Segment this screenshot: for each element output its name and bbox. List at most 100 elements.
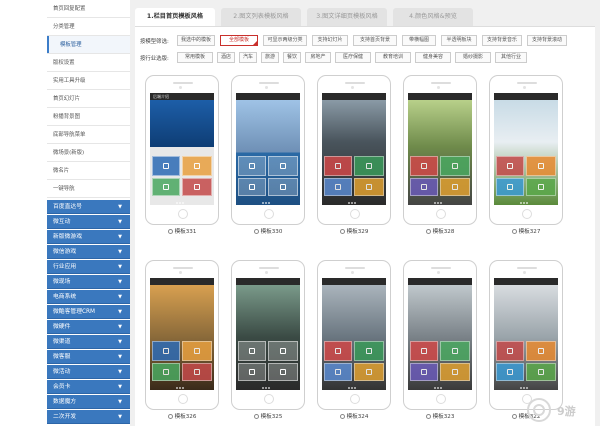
template-radio-label[interactable]: 模板325: [231, 412, 305, 420]
phone-mockup[interactable]: [317, 260, 391, 410]
template-preview-screen[interactable]: [322, 278, 386, 390]
template-radio-label[interactable]: 模板324: [317, 412, 391, 420]
radio-button[interactable]: [253, 414, 259, 419]
industry-filter-option[interactable]: 酒店: [217, 52, 235, 63]
template-preview-screen[interactable]: [494, 278, 558, 390]
phone-mockup[interactable]: [317, 75, 391, 225]
sidebar-section[interactable]: 微活动 ▼: [47, 365, 130, 379]
radio-button[interactable]: [339, 414, 345, 419]
feature-filter-option[interactable]: 我选中的模板: [177, 35, 215, 46]
feature-filter-option[interactable]: 半透明板块: [441, 35, 477, 46]
phone-mockup[interactable]: [489, 260, 563, 410]
template-radio-label[interactable]: 模板331: [145, 227, 219, 235]
industry-filter-option[interactable]: 其他行业: [495, 52, 527, 63]
tab-template-style[interactable]: 4.颜色风格&预览: [393, 8, 473, 26]
template-radio-label[interactable]: 模板323: [403, 412, 477, 420]
sidebar-section[interactable]: 微信游戏 ▼: [47, 245, 130, 259]
industry-filter-option[interactable]: 教育培训: [375, 52, 411, 63]
tab-template-style[interactable]: 3.图文详细页模板风格: [307, 8, 387, 26]
template-card[interactable]: 模板325: [231, 260, 305, 422]
template-preview-screen[interactable]: [236, 93, 300, 205]
template-radio-label[interactable]: 模板329: [317, 227, 391, 235]
template-preview-screen[interactable]: [494, 93, 558, 205]
template-preview-screen[interactable]: [408, 278, 472, 390]
feature-filter-option[interactable]: 支持首页背景: [353, 35, 397, 46]
sidebar-item[interactable]: 实用工具升级: [47, 72, 130, 90]
feature-filter-option[interactable]: 可显示两级分类: [263, 35, 307, 46]
template-radio-label[interactable]: 模板328: [403, 227, 477, 235]
template-card[interactable]: 模板328: [403, 75, 477, 237]
template-preview-screen[interactable]: [408, 93, 472, 205]
sidebar-section[interactable]: 会员卡 ▼: [47, 380, 130, 394]
industry-filter-option[interactable]: 旅游: [261, 52, 279, 63]
template-radio-label[interactable]: 模板326: [145, 412, 219, 420]
radio-button[interactable]: [511, 414, 517, 419]
radio-button[interactable]: [167, 229, 173, 234]
industry-filter-option[interactable]: 常用模板: [177, 52, 213, 63]
sidebar-section[interactable]: 二次开发 ▼: [47, 410, 130, 424]
radio-button[interactable]: [425, 414, 431, 419]
template-card[interactable]: 后端介绍模板331: [145, 75, 219, 237]
sidebar-section[interactable]: 微渠道 ▼: [47, 335, 130, 349]
feature-filter-option[interactable]: 带横幅图: [402, 35, 436, 46]
phone-mockup[interactable]: [403, 75, 477, 225]
radio-button[interactable]: [425, 229, 431, 234]
template-card[interactable]: 模板326: [145, 260, 219, 422]
template-card[interactable]: 模板330: [231, 75, 305, 237]
industry-filter-option[interactable]: 房地产: [305, 52, 331, 63]
sidebar-item[interactable]: 一键导航: [47, 180, 130, 198]
sidebar-item[interactable]: 微场景(新版): [47, 144, 130, 162]
template-card[interactable]: 模板327: [489, 75, 563, 237]
template-card[interactable]: 模板324: [317, 260, 391, 422]
feature-filter-option[interactable]: 支持背景滚动: [527, 35, 567, 46]
tab-template-style[interactable]: 2.图文列表模板风格: [221, 8, 301, 26]
tab-template-style[interactable]: 1.栏目首页模板风格: [135, 8, 215, 26]
sidebar-item[interactable]: 首页回复配置: [47, 0, 130, 18]
phone-mockup[interactable]: 后端介绍: [145, 75, 219, 225]
sidebar-section[interactable]: 微硬件 ▼: [47, 320, 130, 334]
industry-filter-option[interactable]: 医疗保健: [335, 52, 371, 63]
sidebar-item[interactable]: 版权设置: [47, 54, 130, 72]
phone-mockup[interactable]: [403, 260, 477, 410]
sidebar-section[interactable]: 行业应用 ▼: [47, 260, 130, 274]
sidebar-section[interactable]: 微互动 ▼: [47, 215, 130, 229]
sidebar-section[interactable]: 微客服 ▼: [47, 350, 130, 364]
sidebar-section[interactable]: 微现场 ▼: [47, 275, 130, 289]
radio-button[interactable]: [167, 414, 173, 419]
sidebar-section[interactable]: 新版微游戏 ▼: [47, 230, 130, 244]
tile-icon: [335, 348, 341, 354]
template-preview-screen[interactable]: 后端介绍: [150, 93, 214, 205]
slide-dot: [351, 387, 353, 389]
industry-filter-option[interactable]: 婚纱摄影: [455, 52, 491, 63]
radio-button[interactable]: [339, 229, 345, 234]
sidebar-section[interactable]: 数据魔方 ▼: [47, 395, 130, 409]
template-radio-label[interactable]: 模板330: [231, 227, 305, 235]
template-card[interactable]: 模板329: [317, 75, 391, 237]
template-preview-screen[interactable]: [236, 278, 300, 390]
sidebar-item[interactable]: 分类管理: [47, 18, 130, 36]
sidebar-section[interactable]: 电商系统 ▼: [47, 290, 130, 304]
feature-filter-option[interactable]: 全部模板: [220, 35, 258, 46]
sidebar-item[interactable]: 粉播背景图: [47, 108, 130, 126]
template-radio-label[interactable]: 模板327: [489, 227, 563, 235]
feature-filter-option[interactable]: 支持幻灯片: [312, 35, 348, 46]
phone-mockup[interactable]: [231, 260, 305, 410]
sidebar-item[interactable]: 底部导航菜单: [47, 126, 130, 144]
phone-mockup[interactable]: [231, 75, 305, 225]
template-preview-screen[interactable]: [322, 93, 386, 205]
template-preview-screen[interactable]: [150, 278, 214, 390]
industry-filter-option[interactable]: 餐饮: [283, 52, 301, 63]
feature-filter-option[interactable]: 支持背景音乐: [482, 35, 522, 46]
sidebar-item[interactable]: 模板管理: [47, 36, 130, 54]
industry-filter-option[interactable]: 汽车: [239, 52, 257, 63]
radio-button[interactable]: [253, 229, 259, 234]
sidebar-item[interactable]: 首页幻灯片: [47, 90, 130, 108]
sidebar-item[interactable]: 微名片: [47, 162, 130, 180]
phone-mockup[interactable]: [145, 260, 219, 410]
sidebar-section[interactable]: 微酷客管理CRM ▼: [47, 305, 130, 319]
template-card[interactable]: 模板323: [403, 260, 477, 422]
sidebar-section[interactable]: 百度直达号 ▼: [47, 200, 130, 214]
radio-button[interactable]: [511, 229, 517, 234]
phone-mockup[interactable]: [489, 75, 563, 225]
industry-filter-option[interactable]: 健身美容: [415, 52, 451, 63]
